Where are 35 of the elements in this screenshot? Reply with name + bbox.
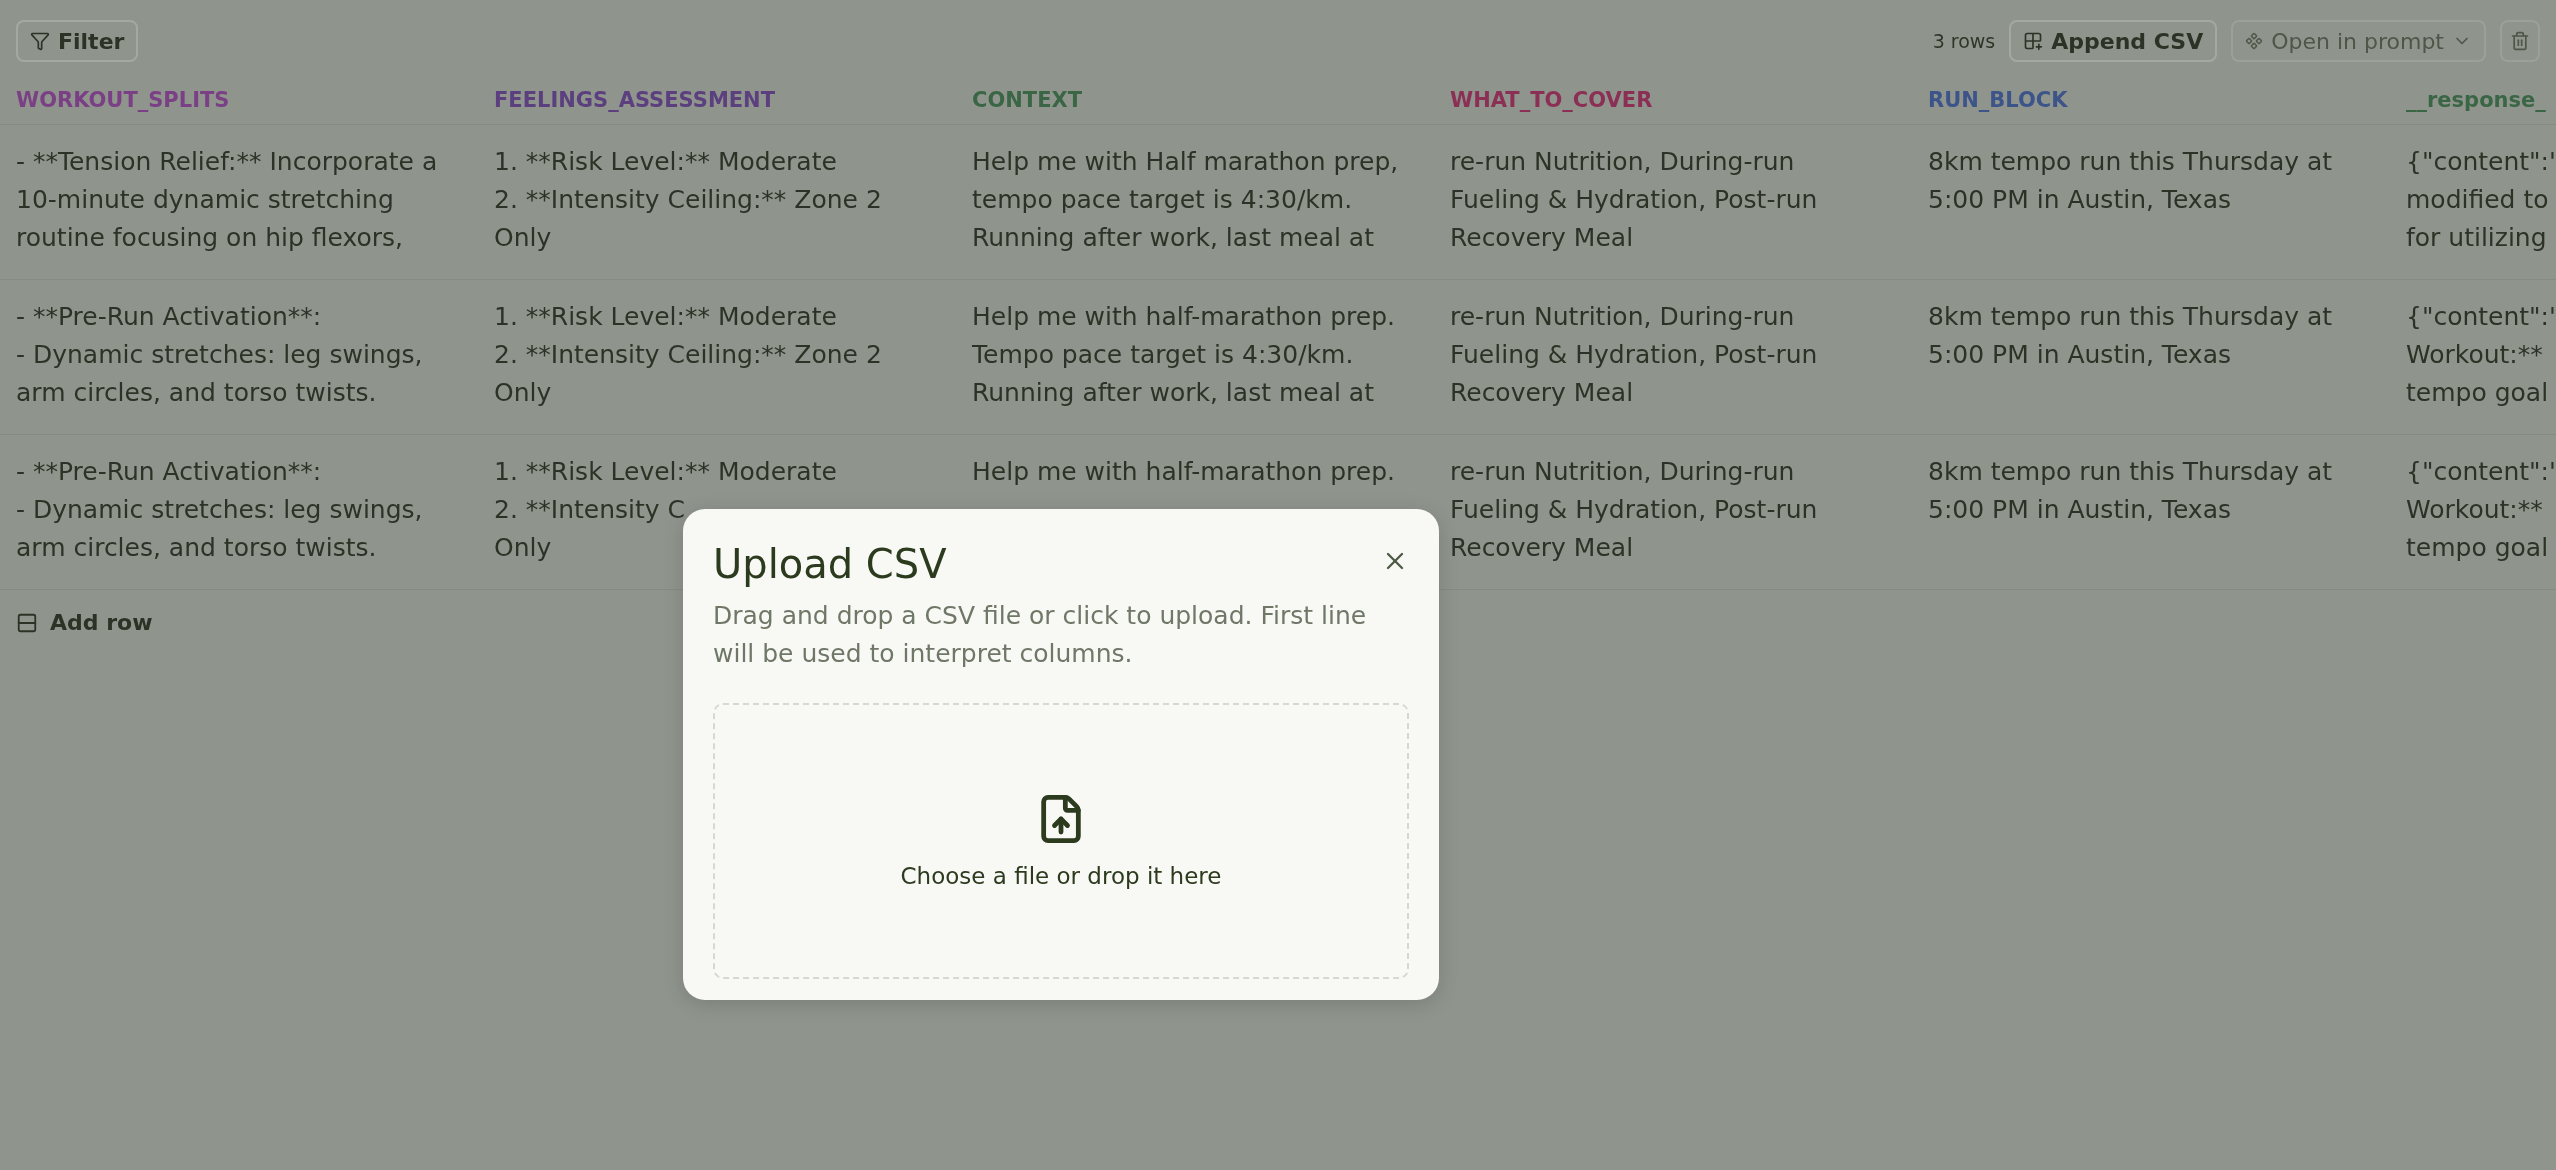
table-cell: 1. **Risk Level:** Moderate 2. **Intensity Ceiling:** Zone 2 Only <box>478 280 956 435</box>
table-cell: 8km tempo run this Thursday at 5:00 PM in Austin, Texas <box>1912 280 2390 435</box>
table-cell: {"content":" Workout:** tempo goal <box>2390 280 2556 435</box>
column-header[interactable]: FEELINGS_ASSESSMENT <box>478 76 956 125</box>
filter-button[interactable]: Filter <box>16 20 139 62</box>
table-cell: - **Tension Relief:** Incorporate a 10-minute dynamic stretching routine focusing on hip flexors, <box>0 125 478 280</box>
column-header[interactable]: CONTEXT <box>956 76 1434 125</box>
column-header[interactable]: WHAT_TO_COVER <box>1434 76 1912 125</box>
append-csv-button[interactable]: Append CSV <box>2009 20 2218 62</box>
table-cell: Help me with Half marathon prep, tempo pace target is 4:30/km. Running after work, last meal at <box>956 125 1434 280</box>
add-row-button[interactable]: Add row <box>16 610 153 635</box>
table-cell: {"content":" Workout:** tempo goal <box>2390 435 2556 590</box>
dialog-description: Drag and drop a CSV file or click to upload. First line will be used to interpret columns. <box>713 600 1368 670</box>
table-cell: 8km tempo run this Thursday at 5:00 PM in Austin, Texas <box>1912 435 2390 590</box>
grid-plus-icon <box>2023 31 2044 51</box>
column-header[interactable]: __response_ <box>2390 76 2556 125</box>
table-cell: re-run Nutrition, During-run Fueling & Hydration, Post-run Recovery Meal <box>1434 125 1912 280</box>
column-header[interactable]: RUN_BLOCK <box>1912 76 2390 125</box>
table-cell: 8km tempo run this Thursday at 5:00 PM in Austin, Texas <box>1912 125 2390 280</box>
table-cell: 1. **Risk Level:** Moderate 2. **Intensity Ceiling:** Zone 2 Only <box>478 125 956 280</box>
column-header[interactable]: WORKOUT_SPLITS <box>0 76 478 125</box>
table-cell: - **Pre-Run Activation**: - Dynamic stretches: leg swings, arm circles, and torso twists. <box>0 435 478 590</box>
table-cell: re-run Nutrition, During-run Fueling & Hydration, Post-run Recovery Meal <box>1434 280 1912 435</box>
dropzone-label: Choose a file or drop it here <box>900 863 1222 889</box>
table-cell: - **Pre-Run Activation**: - Dynamic stretches: leg swings, arm circles, and torso twists. <box>0 280 478 435</box>
filter-icon <box>30 31 50 51</box>
component-icon <box>2245 32 2264 50</box>
table-cell: Help me with half-marathon prep. Tempo pace target is 4:30/km. Running after work, last meal at <box>956 280 1434 435</box>
file-dropzone[interactable]: Choose a file or drop it here <box>713 703 1409 979</box>
row-count: 3 rows <box>1932 30 1996 52</box>
table-cell: {"content":" modified to for utilizing <box>2390 125 2556 280</box>
delete-button[interactable] <box>2500 20 2540 62</box>
rows-icon <box>16 611 38 634</box>
dialog-title: Upload CSV <box>713 541 947 587</box>
trash-icon <box>2510 31 2530 51</box>
